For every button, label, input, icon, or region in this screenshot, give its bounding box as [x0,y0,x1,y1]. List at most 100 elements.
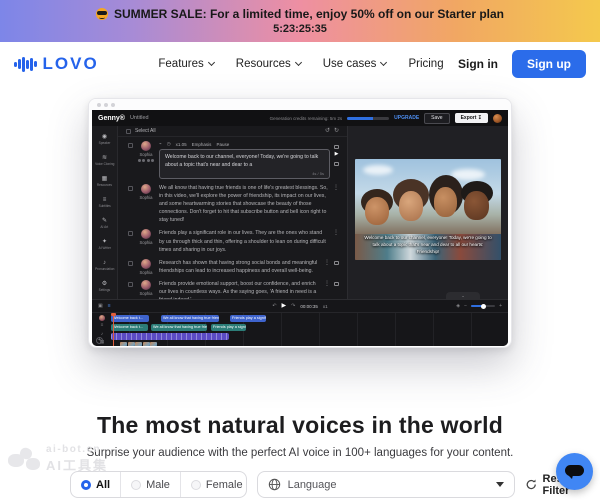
select-all-checkbox[interactable] [126,129,131,134]
speaker-cell[interactable]: Sophia [137,229,155,253]
block-toolbar: ⌁ ◷ x1.05 Emphasis Pause [159,141,330,147]
zoom-in-icon[interactable]: + [499,304,502,309]
subtitle-clip[interactable]: We all know that having true friends is … [151,324,207,331]
voice-clip[interactable]: We all know that having true friends is … [161,315,219,322]
sidebar-item-speaker[interactable]: ◉ Speaker [92,129,117,150]
kebab-icon[interactable]: ⋮ [324,281,330,299]
speaker-avatar[interactable] [141,141,151,151]
pause-control[interactable]: Pause [216,142,229,147]
nav-item-resources[interactable]: Resources [236,58,301,70]
comment-icon[interactable] [334,261,339,265]
timeline-collapse-tab[interactable]: ⌄ [446,292,480,299]
kebab-icon[interactable]: ⋮ [333,185,339,224]
block-text[interactable]: Research has shown that having strong so… [159,259,320,275]
block-text[interactable]: Friends play a significant role in our l… [159,229,329,253]
sidebar-item-ai-writer[interactable]: ✦ AI Writer [92,234,117,255]
collapse-icon: ⌄ [461,293,464,298]
script-row[interactable]: Sophia Friends play a significant role i… [128,229,339,253]
language-dropdown[interactable]: Language [257,471,516,498]
zoom-slider[interactable] [471,305,495,307]
document-title[interactable]: Untitled [130,115,149,121]
filter-option-all[interactable]: All [71,472,120,497]
nav-label: Use cases [323,58,377,70]
emotion-icons[interactable] [138,159,155,162]
sidebar-item-ai-art[interactable]: ✎ AI Art [92,213,117,234]
export-button[interactable]: Export ↧ [455,113,488,123]
speaker-avatar[interactable] [141,259,151,269]
row-checkbox[interactable] [128,143,133,148]
sidebar-item-voice-cloning[interactable]: ≋ Voice Cloning [92,150,117,171]
download-block-icon[interactable] [334,162,339,166]
sign-up-button[interactable]: Sign up [512,50,586,78]
voice-clip[interactable]: Friends play a signific... [230,315,266,322]
user-avatar[interactable] [493,114,502,123]
script-row[interactable]: Sophia Research has shown that having st… [128,259,339,275]
video-preview-frame[interactable]: Welcome back to our channel, everyone! T… [355,159,501,260]
speaker-cell[interactable]: Sophia [137,141,155,179]
speaker-avatar[interactable] [141,280,151,290]
row-checkbox[interactable] [128,282,133,287]
bolt-icon[interactable]: ⌁ [159,141,162,147]
sidebar-item-pronunciation[interactable]: ♪ Pronunciation [92,255,117,276]
window-dot [111,103,115,107]
subtitle-track-icon[interactable]: ≡ [101,323,104,329]
playback-speed[interactable]: x1 [323,304,328,309]
emphasis-control[interactable]: Emphasis [192,142,212,147]
speaker-cell[interactable]: Sophia [137,184,155,224]
row-checkbox[interactable] [128,231,133,236]
subtitle-clip[interactable]: Welcome back t... [111,324,148,331]
volume-icon[interactable]: ◈ [456,304,460,309]
video-clip-thumbnails[interactable] [120,342,157,346]
skip-back-icon[interactable]: ↶ [272,304,276,309]
lovo-logo[interactable]: LOVO [14,54,144,74]
save-button[interactable]: Save [424,113,449,124]
zoom-out-icon[interactable]: − [464,304,467,309]
block-text[interactable]: Friends provide emotional support, boost… [159,280,320,299]
block-text[interactable]: Welcome back to our channel, everyone! T… [165,153,324,169]
row-checkbox[interactable] [128,261,133,266]
nav-item-features[interactable]: Features [158,58,213,70]
nav-item-use-cases[interactable]: Use cases [323,58,387,70]
sign-in-link[interactable]: Sign in [458,57,498,71]
promo-banner[interactable]: SUMMER SALE: For a limited time, enjoy 5… [0,0,600,42]
nav-item-pricing[interactable]: Pricing [408,58,443,70]
filter-option-female[interactable]: Female [180,472,247,497]
clock-icon[interactable]: ◷ [167,141,171,147]
block-duration: 4s / 5s [165,171,324,176]
script-row[interactable]: Sophia Friends provide emotional support… [128,280,339,299]
voice-track-icon[interactable] [99,315,105,321]
add-track-button[interactable]: + [96,337,103,344]
comment-icon[interactable] [334,145,339,149]
skip-forward-icon[interactable]: ↷ [291,304,295,309]
redo-icon[interactable]: ↻ [334,128,339,134]
filter-option-male[interactable]: Male [120,472,180,497]
speed-control[interactable]: x1.05 [176,142,187,147]
row-checkbox[interactable] [128,186,133,191]
audio-clip[interactable] [111,333,229,340]
play-button[interactable]: ▶ [282,303,287,309]
script-row[interactable]: Sophia We all know that having true frie… [128,184,339,224]
undo-icon[interactable]: ↺ [325,128,330,134]
sidebar-item-subtitles[interactable]: ≡ Subtitles [92,192,117,213]
block-text[interactable]: We all know that having true friends is … [159,184,329,224]
kebab-icon[interactable]: ⋮ [324,260,330,275]
speaker-cell[interactable]: Sophia [137,259,155,275]
speaker-cell[interactable]: Sophia [137,280,155,299]
kebab-icon[interactable]: ⋮ [333,230,339,253]
voice-clip[interactable]: Welcome back t... [111,315,149,322]
play-block-icon[interactable]: ▶ [335,152,339,157]
comment-icon[interactable] [334,282,339,286]
sidebar-item-settings[interactable]: ⚙ Settings [92,276,117,297]
script-row-active[interactable]: Sophia ⌁ ◷ x1.05 Emphasis Pause [128,141,339,179]
speaker-avatar[interactable] [141,184,151,194]
playhead[interactable] [113,313,114,346]
text-block-editor[interactable]: Welcome back to our channel, everyone! T… [159,149,330,179]
chat-launcher-button[interactable] [556,453,593,490]
sidebar-item-resources[interactable]: ▦ Resources [92,171,117,192]
language-value: Language [288,479,337,491]
speaker-avatar[interactable] [141,229,151,239]
add-speaker-icon[interactable]: ▣ [98,304,103,309]
subtitle-toggle-icon[interactable]: ≡ [108,304,111,309]
upgrade-link[interactable]: UPGRADE [394,115,419,121]
subtitle-clip[interactable]: Friends play a signific... [211,324,246,331]
